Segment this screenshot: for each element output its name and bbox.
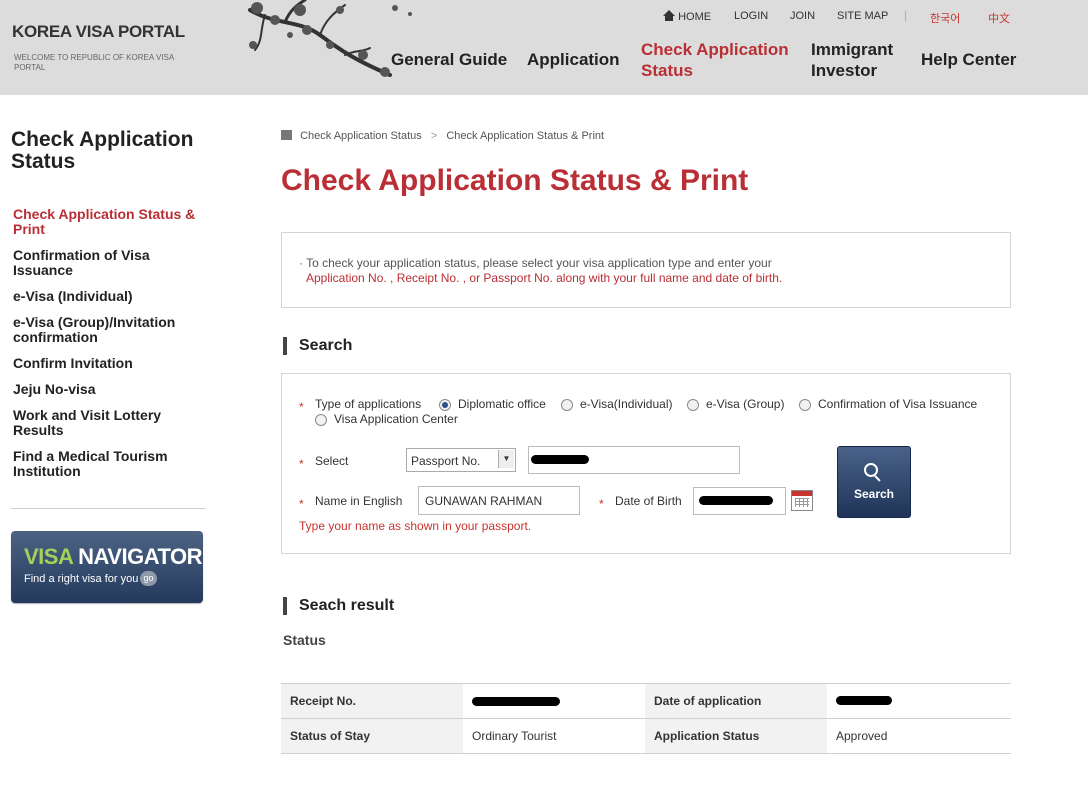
home-icon[interactable] [281,130,292,140]
page-title: Check Application Status & Print [281,164,749,197]
site-header: KOREA VISA PORTAL WELCOME TO REPUBLIC OF… [0,0,1088,95]
required-mark: * [299,400,304,414]
date-of-birth-input[interactable] [693,487,786,515]
receipt-no-label: Receipt No. [281,683,463,719]
name-hint-text: Type your name as shown in your passport… [299,519,532,533]
sidebar-item-confirmation-visa-issuance[interactable]: Confirmation of Visa Issuance [13,248,213,278]
visa-navigator-subtitle: Find a right visa for you [24,573,139,585]
type-of-applications-label: Type of applications [315,397,422,411]
join-link[interactable]: JOIN [790,10,815,22]
redacted-value [531,455,589,464]
sidebar-title: Check Application Status [11,128,194,173]
name-in-english-label: Name in English [315,494,403,508]
plum-blossom-decoration [248,0,412,77]
status-subtitle: Status [283,632,326,648]
select-label: Select [315,454,349,468]
nav-application[interactable]: Application [527,49,620,70]
radio-evisa-individual-label[interactable]: e-Visa(Individual) [580,397,673,411]
application-status-value: Approved [827,718,1011,754]
redacted-value [472,697,560,706]
status-of-stay-label: Status of Stay [281,718,463,754]
date-of-application-value [827,683,1011,719]
search-button[interactable]: Search [837,446,911,518]
visa-navigator-title: VISA NAVIGATOR [24,544,202,569]
status-of-stay-value: Ordinary Tourist [463,718,645,754]
search-form: * Type of applications Diplomatic office… [281,373,1011,554]
sidebar-item-evisa-group[interactable]: e-Visa (Group)/Invitation confirmation [13,315,213,345]
login-link[interactable]: LOGIN [734,10,768,22]
sidebar-item-check-status-print[interactable]: Check Application Status & Print [13,207,213,237]
lang-chinese-link[interactable]: 中文 [988,10,1010,26]
home-link[interactable]: HOME [663,10,711,23]
sidebar-item-jeju-no-visa[interactable]: Jeju No-visa [13,382,213,397]
radio-visa-application-center[interactable] [315,414,327,426]
date-of-birth-label: Date of Birth [615,494,682,508]
nav-check-application-status[interactable]: Check Application Status [641,39,789,81]
sidebar-item-confirm-invitation[interactable]: Confirm Invitation [13,356,213,371]
visa-navigator-banner[interactable]: VISA NAVIGATOR Find a right visa for you… [11,531,203,603]
notice-text: · To check your application status, plea… [299,256,772,270]
radio-evisa-group-label[interactable]: e-Visa (Group) [706,397,784,411]
redacted-value [699,496,773,505]
radio-diplomatic-office-label[interactable]: Diplomatic office [458,397,546,411]
sidebar-divider [11,508,206,509]
date-of-application-label: Date of application [645,683,827,719]
nav-general-guide[interactable]: General Guide [391,49,507,70]
radio-confirmation-visa-issuance[interactable] [799,399,811,411]
breadcrumb-level1[interactable]: Check Application Status [300,130,422,142]
nav-immigrant-investor[interactable]: Immigrant Investor [811,39,893,81]
required-mark: * [299,457,304,471]
calendar-icon[interactable] [791,490,813,511]
id-type-select-value: Passport No. [411,454,481,468]
site-map-link[interactable]: SITE MAP [837,10,888,22]
util-separator: | [904,10,907,22]
site-logo[interactable]: KOREA VISA PORTAL [12,22,185,42]
table-row: Receipt No. Date of application [281,683,1011,719]
sidebar-item-evisa-individual[interactable]: e-Visa (Individual) [13,289,213,304]
lang-korean-link[interactable]: 한국어 [930,10,960,26]
id-type-select[interactable]: Passport No. ▼ [406,448,516,472]
required-mark: * [299,497,304,511]
go-badge: go [140,571,157,586]
breadcrumb-level2[interactable]: Check Application Status & Print [446,130,604,142]
required-mark: * [599,497,604,511]
search-section-title: Search [283,337,352,355]
search-button-label: Search [853,487,895,501]
breadcrumb: Check Application Status > Check Applica… [281,130,604,142]
site-logo-subtitle: WELCOME TO REPUBLIC OF KOREA VISA PORTAL [14,53,174,72]
sidebar-item-work-visit-lottery[interactable]: Work and Visit Lottery Results [13,408,213,438]
name-in-english-input[interactable] [418,486,580,515]
radio-evisa-group[interactable] [687,399,699,411]
radio-confirmation-visa-issuance-label[interactable]: Confirmation of Visa Issuance [818,397,977,411]
receipt-no-value [463,683,645,719]
table-row: Status of Stay Ordinary Tourist Applicat… [281,718,1011,754]
radio-visa-application-center-label[interactable]: Visa Application Center [334,412,458,426]
notice-box: · To check your application status, plea… [281,232,1011,308]
radio-diplomatic-office[interactable] [439,399,451,411]
id-number-input[interactable] [528,446,740,474]
breadcrumb-arrow: > [430,130,438,142]
nav-help-center[interactable]: Help Center [921,49,1016,70]
application-status-label: Application Status [645,718,827,754]
radio-evisa-individual[interactable] [561,399,573,411]
result-table: Receipt No. Date of application Status o… [281,683,1011,754]
sidebar-item-medical-tourism[interactable]: Find a Medical Tourism Institution [13,449,213,479]
chevron-down-icon[interactable]: ▼ [498,450,514,468]
redacted-value [836,696,892,705]
notice-highlight-text: Application No. , Receipt No. , or Passp… [306,271,783,285]
search-result-title: Seach result [283,597,394,615]
